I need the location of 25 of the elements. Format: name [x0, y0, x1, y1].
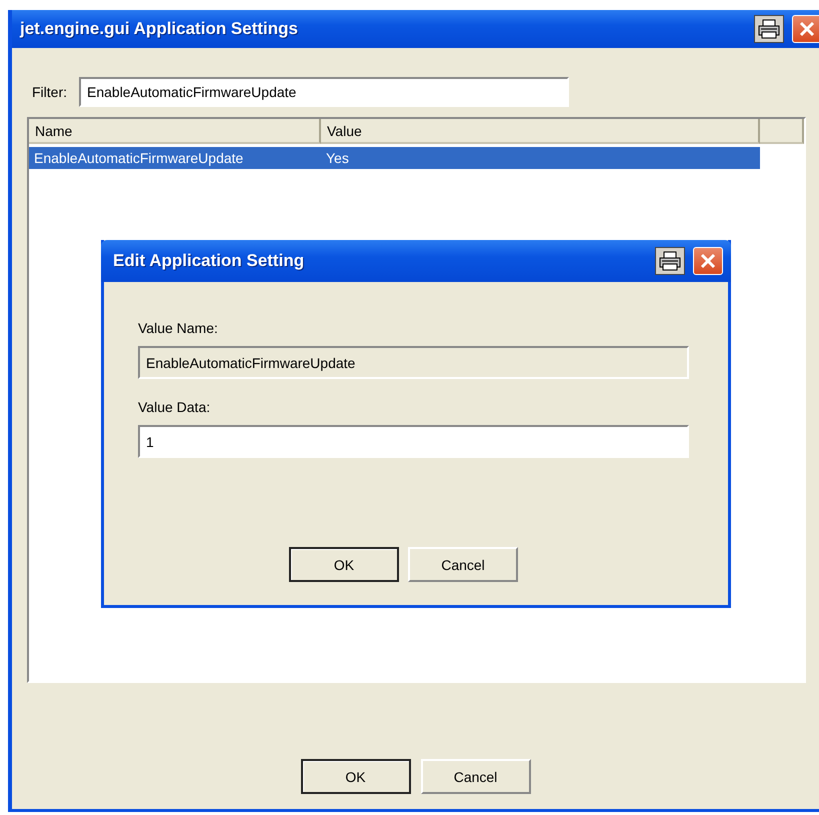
ok-button[interactable]: OK	[300, 759, 410, 794]
ok-button[interactable]: OK	[289, 547, 399, 582]
close-icon	[799, 21, 815, 37]
column-header[interactable]: Name	[29, 119, 321, 144]
cancel-button[interactable]: Cancel	[408, 547, 518, 582]
printer-icon	[659, 251, 681, 271]
close-button[interactable]	[792, 15, 819, 43]
print-button[interactable]	[754, 15, 784, 43]
filter-field[interactable]: EnableAutomaticFirmwareUpdate	[79, 77, 569, 107]
field-label: Value Name:	[138, 320, 218, 336]
column-header[interactable]: Value	[321, 119, 760, 144]
list-row[interactable]: EnableAutomaticFirmwareUpdate Yes	[29, 147, 760, 169]
window-title: jet.engine.gui Application Settings	[20, 19, 299, 39]
value-data-field[interactable]: 1	[138, 425, 689, 458]
filter-label: Filter:	[32, 84, 67, 100]
close-button[interactable]	[693, 247, 723, 275]
list-cell-text: EnableAutomaticFirmwareUpdate	[33, 149, 244, 168]
cancel-button[interactable]: Cancel	[420, 759, 530, 794]
list-cell-text: Yes	[325, 149, 350, 168]
print-button[interactable]	[655, 247, 685, 275]
close-icon	[700, 253, 716, 269]
column-header	[760, 119, 804, 144]
dialog-title: Edit Application Setting	[113, 251, 306, 271]
printer-icon	[758, 19, 780, 39]
field-label: Value Data:	[138, 399, 210, 415]
